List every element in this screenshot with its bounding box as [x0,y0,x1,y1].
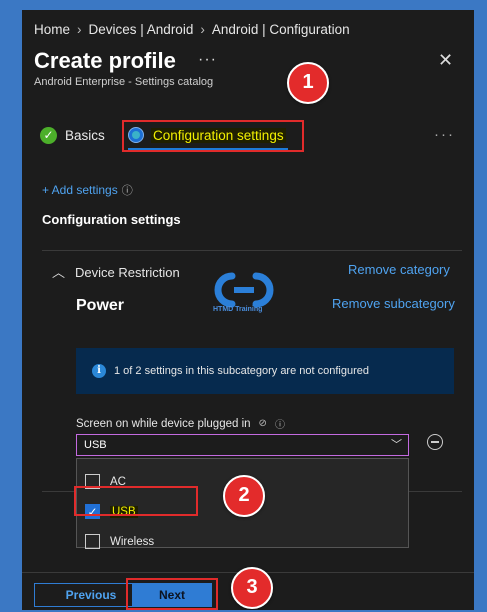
breadcrumb: Home › Devices | Android › Android | Configu… [34,22,350,37]
remove-setting-icon[interactable] [427,434,443,450]
add-settings-link[interactable]: + Add settings ⓘ [42,182,133,198]
check-icon: ✓ [40,127,57,144]
add-settings-label: + Add settings [42,183,118,197]
annotation-badge-2: 2 [223,475,265,517]
info-icon[interactable]: ⓘ [122,185,133,197]
breadcrumb-home[interactable]: Home [34,22,70,37]
breadcrumb-android-configuration[interactable]: Android | Configuration [212,22,350,37]
annotation-highlight-box [74,486,198,516]
tab-configuration-settings-label: Configuration settings [151,127,286,143]
more-options-icon[interactable]: ··· [198,51,217,69]
annotation-badge-1: 1 [287,62,329,104]
category-name: Device Restriction [75,265,180,280]
active-tab-indicator [128,148,288,150]
info-banner: i 1 of 2 settings in this subcategory ar… [76,348,454,394]
setting-dropdown[interactable]: USB ﹀ [76,434,409,456]
setting-label-text: Screen on while device plugged in [76,417,251,430]
annotation-badge-3: 3 [231,567,273,609]
tab-basics[interactable]: ✓ Basics [40,127,105,144]
checkbox-wireless[interactable] [85,534,100,549]
remove-subcategory-link[interactable]: Remove subcategory [332,296,455,311]
info-banner-text: 1 of 2 settings in this subcategory are … [114,365,369,377]
option-wireless[interactable]: Wireless [85,534,154,549]
breadcrumb-devices-android[interactable]: Devices | Android [89,22,194,37]
tab-basics-label: Basics [65,128,105,143]
info-icon[interactable]: ⓘ [275,416,285,431]
dropdown-selected-value: USB [84,439,107,451]
current-step-icon [128,127,144,143]
next-button[interactable]: Next [132,583,212,607]
subcategory-name: Power [76,297,125,314]
page-title: Create profile [34,48,176,73]
tab-configuration-settings[interactable]: Configuration settings [128,127,286,143]
category-header[interactable]: ︿ Device Restriction [52,262,180,281]
chevron-up-icon: ︿ [52,265,66,280]
tabs-more-icon[interactable]: ··· [434,126,455,143]
watermark-text: HTMD Training [213,306,263,313]
create-profile-panel: Home › Devices | Android › Android | Configu… [22,10,474,610]
divider [42,250,462,251]
setting-label: Screen on while device plugged in ⊘ ⓘ [76,416,285,432]
info-icon: i [92,364,106,378]
chevron-down-icon: ﹀ [391,439,402,451]
close-icon[interactable]: ✕ [438,50,453,71]
link-icon[interactable]: ⊘ [259,418,267,429]
page-subtitle: Android Enterprise - Settings catalog [34,76,214,88]
remove-category-link[interactable]: Remove category [348,262,450,277]
section-heading: Configuration settings [42,212,181,227]
chevron-right-icon: › [77,22,82,37]
option-wireless-label: Wireless [110,535,155,548]
chevron-right-icon: › [200,22,205,37]
